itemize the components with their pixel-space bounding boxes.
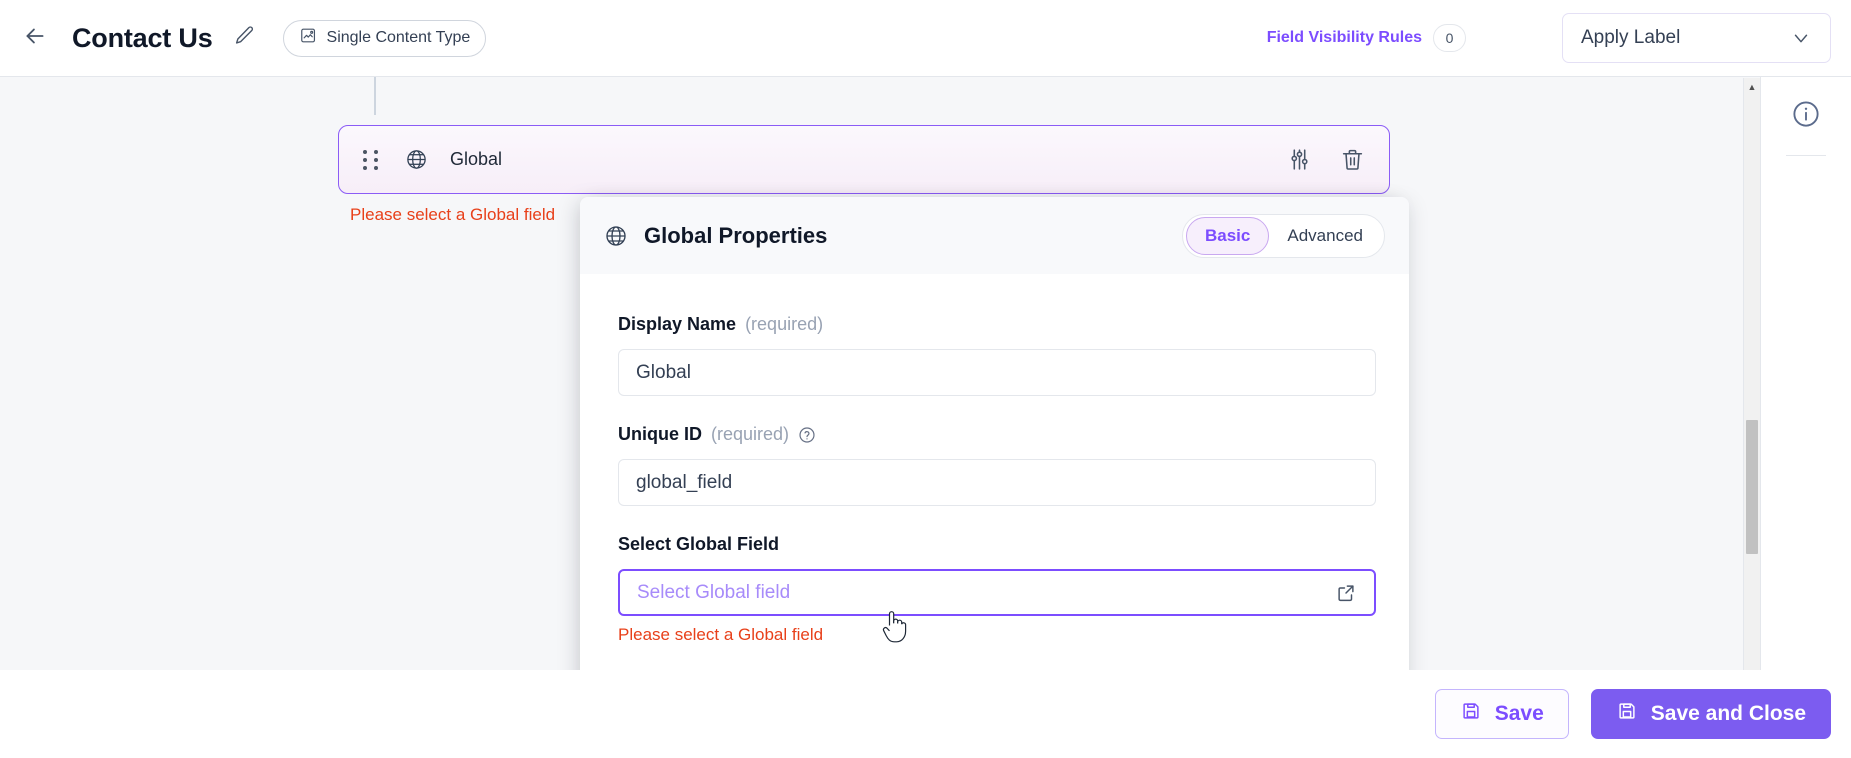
content-type-chip-label: Single Content Type — [326, 29, 471, 46]
unique-id-value: global_field — [636, 471, 733, 493]
save-icon — [1460, 700, 1482, 728]
properties-panel-header: Global Properties Basic Advanced — [580, 197, 1409, 274]
rail-divider — [1786, 155, 1826, 156]
globe-icon — [604, 224, 628, 248]
select-global-field-label: Select Global Field — [618, 534, 780, 554]
display-name-group: Display Name (required) Global — [618, 314, 1376, 396]
tab-basic[interactable]: Basic — [1186, 216, 1270, 255]
back-button[interactable] — [12, 15, 58, 61]
edit-title-button[interactable] — [227, 20, 263, 56]
globe-icon — [405, 148, 428, 171]
save-button-label: Save — [1494, 702, 1544, 725]
select-global-field-placeholder: Select Global field — [637, 581, 791, 603]
save-and-close-button[interactable]: Save and Close — [1590, 689, 1831, 739]
form-field-label: Global — [450, 149, 503, 169]
display-name-input[interactable]: Global — [618, 349, 1376, 396]
properties-tabs: Basic Advanced — [1182, 213, 1385, 258]
apply-label-value: Apply Label — [1581, 27, 1681, 48]
content-type-chip[interactable]: Single Content Type — [282, 19, 487, 57]
trash-icon[interactable] — [1340, 147, 1365, 172]
unique-id-label-row: Unique ID (required) — [618, 424, 1371, 445]
properties-panel-title: Global Properties — [644, 222, 828, 248]
arrow-left-icon — [22, 23, 48, 54]
save-icon — [1616, 700, 1638, 728]
caret-up-icon[interactable]: ▲ — [1744, 78, 1760, 95]
display-name-label-row: Display Name (required) — [618, 314, 1371, 335]
select-global-field-error: Please select a Global field — [618, 625, 824, 644]
unique-id-input[interactable]: global_field — [618, 459, 1376, 506]
display-name-value: Global — [636, 361, 691, 383]
save-button[interactable]: Save — [1434, 689, 1569, 739]
field-visibility-rules-count: 0 — [1433, 24, 1466, 52]
global-properties-panel: Global Properties Basic Advanced Display… — [580, 197, 1409, 746]
external-link-icon[interactable] — [1335, 582, 1357, 604]
select-global-field-label-row: Select Global Field — [618, 534, 1371, 555]
sliders-icon[interactable] — [1287, 147, 1312, 172]
unique-id-required: (required) — [711, 424, 790, 444]
connector-line — [374, 77, 376, 115]
unique-id-label: Unique ID — [618, 424, 702, 444]
save-and-close-button-label: Save and Close — [1650, 702, 1806, 725]
display-name-label: Display Name — [618, 314, 737, 334]
canvas-scrollbar[interactable]: ▲ ▼ — [1743, 78, 1760, 758]
content-type-icon — [299, 26, 318, 50]
tab-advanced[interactable]: Advanced — [1269, 217, 1381, 255]
header-right-group: Field Visibility Rules 0 Apply Label — [1267, 0, 1851, 76]
drag-handle-icon[interactable] — [363, 149, 379, 170]
right-rail — [1760, 77, 1851, 758]
form-builder-canvas: Global Please select a Global field Glob… — [0, 77, 1760, 758]
info-circle-icon[interactable] — [1791, 99, 1821, 129]
select-global-field-input[interactable]: Select Global field — [618, 569, 1376, 616]
question-circle-icon[interactable] — [798, 426, 816, 444]
unique-id-group: Unique ID (required) global_field — [618, 424, 1376, 506]
app-root: Contact Us Single Content Type Field Vis… — [0, 0, 1851, 758]
footer-actions: Save Save and Close — [0, 670, 1851, 758]
form-field-actions — [1287, 147, 1365, 172]
chevron-down-icon — [1790, 27, 1812, 49]
field-visibility-rules-label: Field Visibility Rules — [1266, 29, 1422, 46]
pencil-icon — [234, 25, 255, 51]
field-visibility-rules-button[interactable]: Field Visibility Rules 0 — [1267, 24, 1466, 52]
select-global-field-group: Select Global Field Select Global field … — [618, 534, 1376, 645]
app-header: Contact Us Single Content Type Field Vis… — [0, 0, 1851, 77]
form-field-global-row[interactable]: Global — [338, 125, 1390, 194]
scrollbar-thumb[interactable] — [1746, 420, 1758, 554]
display-name-required: (required) — [745, 314, 824, 334]
form-field-error: Please select a Global field — [350, 205, 556, 224]
apply-label-dropdown[interactable]: Apply Label — [1562, 13, 1831, 63]
page-title: Contact Us — [72, 22, 213, 53]
